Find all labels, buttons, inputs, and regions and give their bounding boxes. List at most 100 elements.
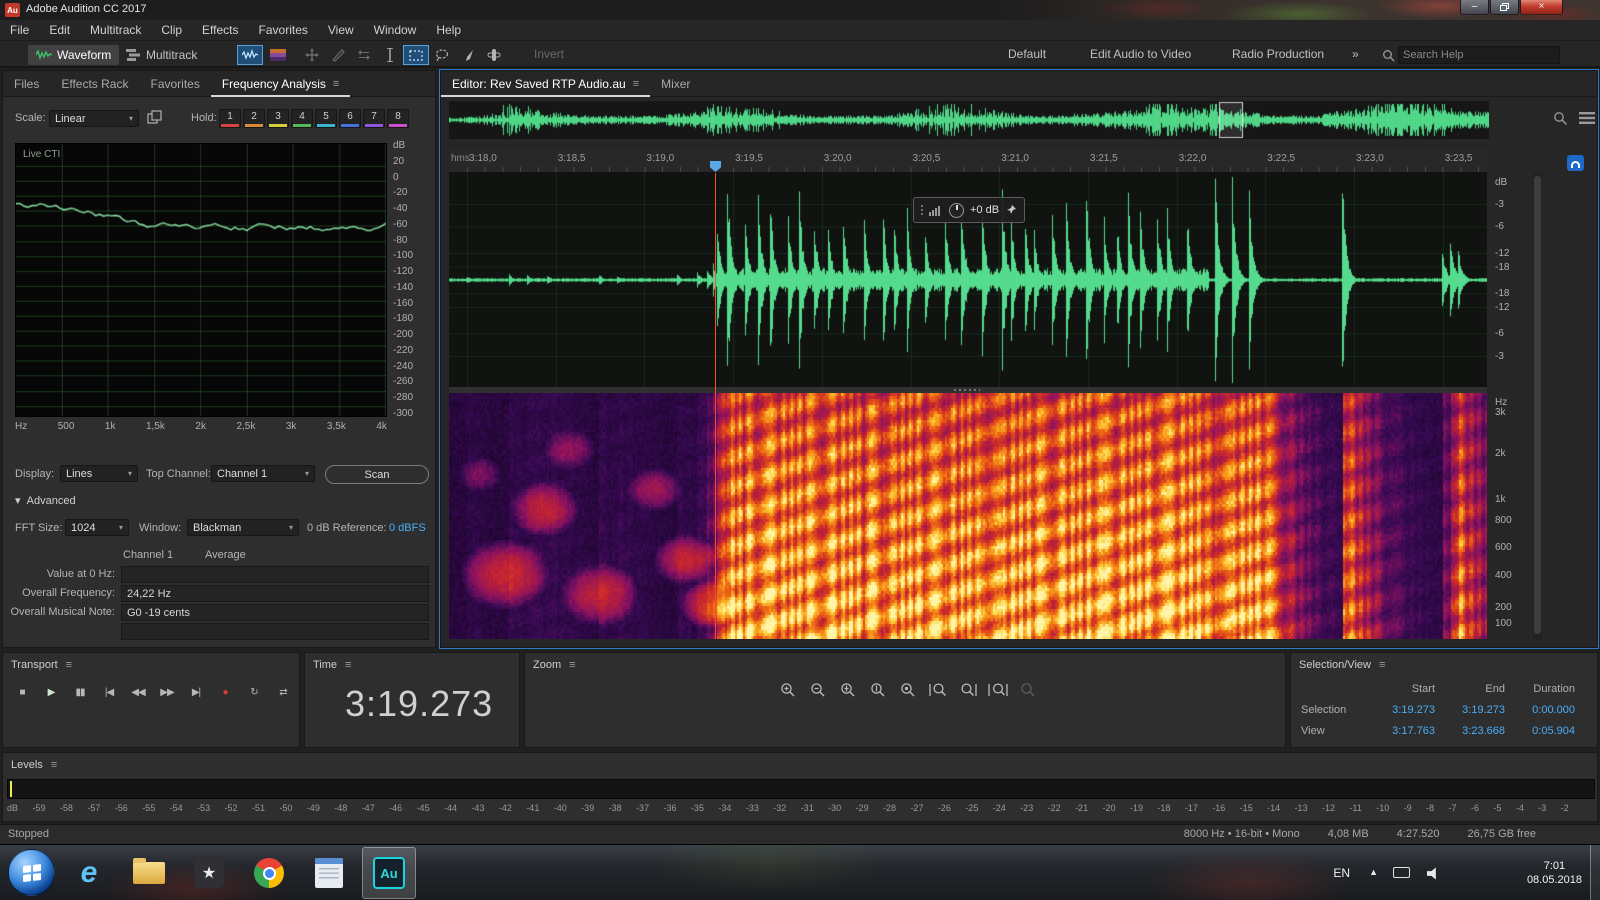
pin-icon[interactable] (1005, 204, 1017, 216)
hold-button-2[interactable]: 2 (243, 109, 265, 128)
taskbar-file-explorer[interactable] (122, 847, 176, 899)
tray-volume-icon[interactable] (1427, 867, 1440, 880)
restore-button[interactable] (1490, 0, 1519, 15)
show-hidden-icons-button[interactable]: ▲ (1369, 867, 1378, 877)
marquee-selection-tool-icon[interactable] (404, 46, 428, 64)
tab-files[interactable]: Files (3, 71, 50, 97)
panel-menu-icon[interactable]: ≡ (345, 659, 351, 671)
level-meter[interactable] (7, 779, 1595, 799)
copy-graph-icon[interactable] (147, 110, 163, 131)
timeline-ruler[interactable]: 3:18,03:18,53:19,03:19,53:20,03:20,53:21… (449, 149, 1487, 173)
taskbar-internet-explorer[interactable]: e (62, 847, 116, 899)
db-reference-value[interactable]: 0 dBFS (389, 522, 426, 534)
menu-item[interactable]: Favorites (249, 23, 318, 37)
spot-healing-brush-tool-icon[interactable] (482, 46, 506, 64)
hold-button-3[interactable]: 3 (267, 109, 289, 128)
menu-item[interactable]: Clip (151, 23, 192, 37)
start-button[interactable] (8, 849, 55, 896)
selection-start-value[interactable]: 3:19.273 (1365, 704, 1435, 716)
taskbar-clock[interactable]: 7:01 08.05.2018 (1527, 859, 1582, 887)
panel-menu-icon[interactable]: ≡ (569, 659, 575, 671)
zoom-to-in-point-button[interactable] (925, 679, 951, 701)
volume-hud[interactable]: +0 dB (913, 197, 1025, 223)
tab-mixer[interactable]: Mixer (650, 71, 701, 97)
hold-button-8[interactable]: 8 (387, 109, 409, 128)
panel-menu-icon[interactable]: ≡ (633, 78, 639, 90)
show-spectral-icon[interactable] (266, 46, 290, 64)
stop-button[interactable]: ■ (9, 681, 35, 703)
zoom-to-out-point-button[interactable] (955, 679, 981, 701)
selection-end-value[interactable]: 3:19.273 (1435, 704, 1505, 716)
move-tool-icon[interactable] (300, 46, 324, 64)
razor-tool-icon[interactable] (326, 46, 350, 64)
show-desktop-button[interactable] (1590, 845, 1600, 900)
panel-menu-icon[interactable]: ≡ (333, 78, 339, 90)
tab-favorites[interactable]: Favorites (139, 71, 210, 97)
view-duration-value[interactable]: 0:05.904 (1505, 725, 1575, 737)
hold-button-4[interactable]: 4 (291, 109, 313, 128)
fft-size-dropdown[interactable]: 1024▾ (65, 519, 129, 536)
skip-to-end-button[interactable]: ▶| (183, 681, 209, 703)
frequency-graph[interactable] (15, 143, 387, 417)
hold-button-5[interactable]: 5 (315, 109, 337, 128)
panel-menu-icon[interactable]: ≡ (66, 659, 72, 671)
workspace-edit-audio-to-video-button[interactable]: Edit Audio to Video (1090, 47, 1191, 61)
taskbar-audition[interactable]: Au (362, 847, 416, 899)
taskbar-media-app[interactable]: ★ (182, 847, 236, 899)
volume-knob[interactable] (949, 203, 964, 218)
hold-button-7[interactable]: 7 (363, 109, 385, 128)
taskbar-chrome[interactable] (242, 847, 296, 899)
selection-duration-value[interactable]: 0:00.000 (1505, 704, 1575, 716)
multitrack-view-button[interactable]: Multitrack (118, 45, 205, 65)
scale-dropdown[interactable]: Linear▾ (49, 110, 139, 127)
tab-effects-rack[interactable]: Effects Rack (50, 71, 139, 97)
time-display[interactable]: 3:19.273 (345, 683, 493, 725)
hud-grip-icon[interactable] (921, 205, 923, 215)
tab-editor[interactable]: Editor: Rev Saved RTP Audio.au≡ (441, 71, 650, 97)
view-start-value[interactable]: 3:17.763 (1365, 725, 1435, 737)
overview-waveform[interactable] (449, 101, 1489, 139)
spectrogram-display[interactable] (449, 393, 1487, 639)
top-channel-dropdown[interactable]: Channel 1▾ (211, 465, 315, 482)
zoom-out-amplitude-button[interactable] (865, 679, 891, 701)
zoom-out-full-button[interactable] (895, 679, 921, 701)
menu-item[interactable]: Effects (192, 23, 248, 37)
menu-item[interactable]: Help (426, 23, 471, 37)
overview-zoom-icon[interactable] (1553, 111, 1568, 131)
playhead-line[interactable] (715, 173, 716, 639)
rewind-button[interactable]: ◀◀ (125, 681, 151, 703)
record-button[interactable]: ● (212, 681, 238, 703)
play-button[interactable]: ▶ (38, 681, 64, 703)
zoom-to-selection-button[interactable] (985, 679, 1011, 701)
zoom-out-time-button[interactable] (805, 679, 831, 701)
menu-item[interactable]: File (0, 23, 39, 37)
search-help-input[interactable] (1398, 46, 1560, 64)
close-button[interactable]: × (1520, 0, 1563, 15)
zoom-in-amplitude-button[interactable] (835, 679, 861, 701)
menu-item[interactable]: Multitrack (80, 23, 151, 37)
workspace-default-button[interactable]: Default (1008, 47, 1046, 61)
menu-item[interactable]: Edit (39, 23, 80, 37)
show-waveform-icon[interactable] (238, 46, 262, 64)
advanced-toggle[interactable]: ▾ Advanced (15, 494, 76, 507)
workspace-overflow-button[interactable]: » (1352, 47, 1359, 61)
window-dropdown[interactable]: Blackman▾ (187, 519, 299, 536)
language-indicator[interactable]: EN (1333, 866, 1350, 880)
hold-button-6[interactable]: 6 (339, 109, 361, 128)
hold-button-1[interactable]: 1 (219, 109, 241, 128)
slip-tool-icon[interactable] (352, 46, 376, 64)
pause-button[interactable]: ▮▮ (67, 681, 93, 703)
display-settings-icon[interactable] (1579, 111, 1595, 130)
menu-item[interactable]: View (318, 23, 364, 37)
scan-button[interactable]: Scan (325, 465, 429, 484)
scrollbar-thumb[interactable] (1534, 176, 1541, 634)
panel-menu-icon[interactable]: ≡ (51, 759, 57, 771)
menu-item[interactable]: Window (364, 23, 427, 37)
overview-strip[interactable] (449, 101, 1489, 139)
workspace-radio-production-button[interactable]: Radio Production (1232, 47, 1324, 61)
tray-keyboard-icon[interactable] (1393, 867, 1410, 878)
loop-playback-button[interactable]: ↻ (241, 681, 267, 703)
skip-to-start-button[interactable]: |◀ (96, 681, 122, 703)
monitor-headphone-icon[interactable] (1567, 155, 1584, 171)
minimize-button[interactable]: – (1460, 0, 1489, 15)
